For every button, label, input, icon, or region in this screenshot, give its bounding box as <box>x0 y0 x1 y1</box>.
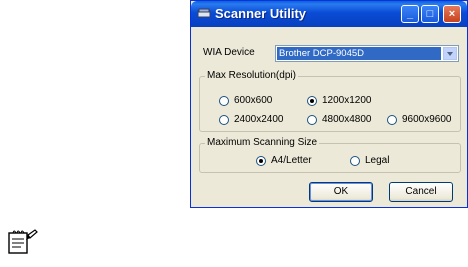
title-bar[interactable]: Scanner Utility _ □ × <box>191 1 467 27</box>
radio-600x600[interactable] <box>219 96 229 106</box>
max-resolution-title: Max Resolution(dpi) <box>205 70 298 81</box>
radio-legal[interactable] <box>350 156 360 166</box>
cancel-button[interactable]: Cancel <box>389 182 453 202</box>
ok-button[interactable]: OK <box>309 182 373 202</box>
max-scanning-size-group: Maximum Scanning Size <box>199 137 461 173</box>
maximize-button[interactable]: □ <box>421 5 439 23</box>
note-pencil-icon <box>8 229 38 254</box>
radio-label-2400x2400: 2400x2400 <box>234 114 284 125</box>
scanner-icon <box>197 8 211 18</box>
radio-9600x9600[interactable] <box>387 115 397 125</box>
close-button[interactable]: × <box>443 5 461 23</box>
wia-device-select[interactable]: Brother DCP-9045D <box>275 45 459 62</box>
radio-a4-letter[interactable] <box>256 156 266 166</box>
radio-label-1200x1200: 1200x1200 <box>322 95 372 106</box>
chevron-down-icon[interactable] <box>443 47 457 60</box>
max-scanning-size-title: Maximum Scanning Size <box>205 137 320 148</box>
radio-label-9600x9600: 9600x9600 <box>402 114 452 125</box>
radio-4800x4800[interactable] <box>307 115 317 125</box>
radio-label-600x600: 600x600 <box>234 95 273 106</box>
wia-device-label: WIA Device <box>203 47 255 58</box>
radio-2400x2400[interactable] <box>219 115 229 125</box>
wia-device-value: Brother DCP-9045D <box>277 47 441 60</box>
radio-label-legal: Legal <box>365 155 390 166</box>
radio-label-a4-letter: A4/Letter <box>271 155 312 166</box>
window-title: Scanner Utility <box>215 6 307 21</box>
radio-1200x1200[interactable] <box>307 96 317 106</box>
radio-label-4800x4800: 4800x4800 <box>322 114 372 125</box>
minimize-button[interactable]: _ <box>401 5 419 23</box>
scanner-utility-window: Scanner Utility _ □ × WIA Device Brother… <box>190 0 468 208</box>
